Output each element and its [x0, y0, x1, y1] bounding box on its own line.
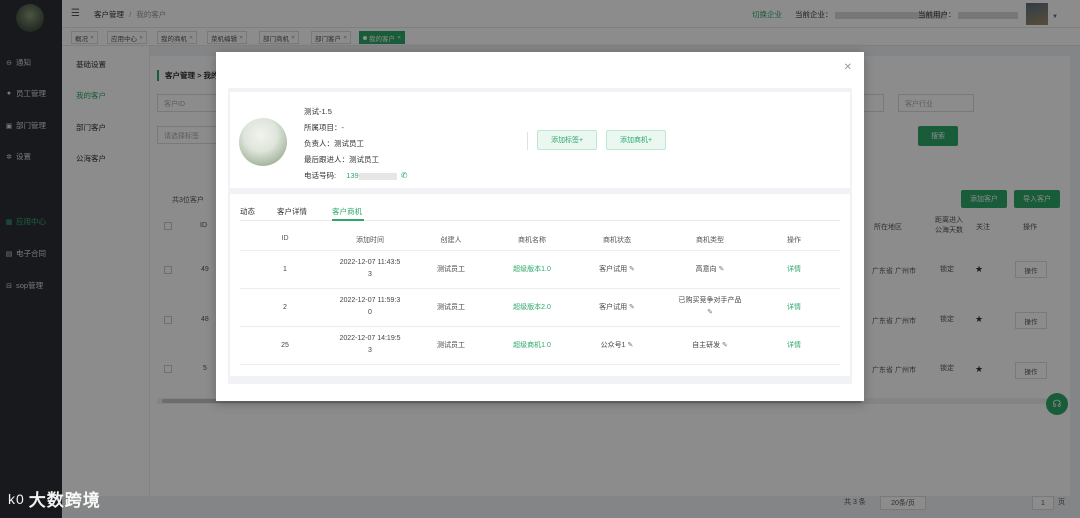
row-type: 已购买竞争对手产品 ✎: [667, 295, 753, 319]
project-value: -: [341, 123, 345, 132]
divider: [527, 132, 528, 150]
owner-label: 负责人：: [304, 139, 334, 148]
close-icon[interactable]: ✕: [844, 62, 852, 73]
row-id: 25: [281, 342, 289, 349]
active-tab-indicator: [332, 219, 364, 221]
phone-value: 139: [346, 171, 359, 180]
column-header-type: 商机类型: [696, 237, 724, 244]
row-detail-link[interactable]: 详情: [774, 340, 814, 352]
phone-label: 电话号码:: [304, 171, 337, 180]
phone-icon[interactable]: ✆: [401, 171, 408, 180]
row-time-line2: 3: [368, 347, 372, 354]
row-id: 2: [283, 304, 287, 311]
row-time-line1: 2022-12-07 11:43:5: [339, 259, 401, 266]
edit-icon[interactable]: ✎: [719, 266, 725, 273]
watermark-logo: k0: [8, 490, 25, 507]
divider: [240, 250, 840, 251]
column-header-actions: 操作: [787, 237, 801, 244]
row-opportunity-link[interactable]: 超级商机1.0: [502, 340, 562, 352]
divider: [240, 326, 840, 327]
row-status: 公众号1 ✎: [587, 340, 647, 352]
row-type: 自主研发 ✎: [667, 340, 753, 352]
customer-name: 测试-1.5: [304, 107, 332, 116]
edit-icon[interactable]: ✎: [629, 266, 635, 273]
column-header-name: 商机名称: [518, 237, 546, 244]
row-status-text: 客户试用: [599, 304, 628, 311]
row-time: 2022-12-07 11:59:3 0: [330, 295, 410, 319]
customer-detail-modal: ✕ 测试-1.5 所属项目：- 负责人：测试员工 最后跟进人：测试员工 电话号码…: [216, 52, 864, 401]
row-type-text: 自主研发: [692, 342, 721, 349]
column-header-id: ID: [281, 235, 289, 242]
edit-icon[interactable]: ✎: [722, 342, 728, 349]
edit-icon[interactable]: ✎: [627, 342, 633, 349]
row-detail-link[interactable]: 详情: [774, 264, 814, 276]
watermark: k0 大数跨境: [8, 486, 101, 511]
tabs-border: [240, 220, 840, 221]
owner-value: 测试员工: [334, 139, 364, 148]
add-tag-button[interactable]: 添加标签+: [537, 130, 597, 150]
customer-tabs-card: 动态 客户详情 客户商机 ID 添加时间 创建人 商机名称 商机状态 商机类型 …: [230, 194, 850, 376]
column-header-creator: 创建人: [440, 237, 462, 244]
row-type-text: 已购买竞争对手产品: [678, 297, 742, 304]
row-time-line1: 2022-12-07 14:19:5: [339, 335, 401, 342]
row-detail-link[interactable]: 详情: [774, 302, 814, 314]
row-creator: 测试员工: [437, 266, 465, 273]
add-opportunity-button[interactable]: 添加商机+: [606, 130, 666, 150]
divider: [240, 288, 840, 289]
edit-icon[interactable]: ✎: [707, 309, 713, 316]
row-opportunity-link[interactable]: 超级版本2.0: [502, 302, 562, 314]
row-status: 客户试用 ✎: [587, 264, 647, 276]
column-header-status: 商机状态: [603, 237, 631, 244]
customer-info-card: 测试-1.5 所属项目：- 负责人：测试员工 最后跟进人：测试员工 电话号码: …: [230, 92, 850, 188]
tab-activity[interactable]: 动态: [240, 206, 255, 217]
row-type-text: 高意向: [695, 266, 717, 273]
row-time-line2: 3: [368, 271, 372, 278]
redacted-phone: [358, 172, 397, 180]
customer-project: 所属项目：-: [304, 122, 344, 133]
modal-body: 测试-1.5 所属项目：- 负责人：测试员工 最后跟进人：测试员工 电话号码: …: [228, 88, 852, 384]
project-label: 所属项目：: [304, 123, 342, 132]
row-time: 2022-12-07 14:19:5 3: [330, 333, 410, 357]
tab-customer-detail[interactable]: 客户详情: [277, 206, 307, 217]
customer-last-follow: 最后跟进人：测试员工: [304, 154, 379, 165]
row-status-text: 客户试用: [599, 266, 628, 273]
row-status-text: 公众号1: [600, 342, 626, 349]
last-follow-value: 测试员工: [349, 155, 379, 164]
column-header-time: 添加时间: [356, 237, 384, 244]
customer-owner: 负责人：测试员工: [304, 138, 364, 149]
watermark-text: 大数跨境: [28, 491, 101, 510]
row-id: 1: [283, 266, 287, 273]
row-opportunity-link[interactable]: 超级版本1.0: [502, 264, 562, 276]
row-time-line2: 0: [368, 309, 372, 316]
customer-avatar: [239, 118, 287, 166]
row-creator: 测试员工: [437, 342, 465, 349]
customer-phone: 电话号码: 139 ✆: [304, 170, 408, 181]
row-time-line1: 2022-12-07 11:59:3: [339, 297, 401, 304]
tab-customer-opportunity[interactable]: 客户商机: [332, 206, 362, 217]
divider: [240, 364, 840, 365]
edit-icon[interactable]: ✎: [629, 304, 635, 311]
last-follow-label: 最后跟进人：: [304, 155, 349, 164]
row-type: 高意向 ✎: [667, 264, 753, 276]
row-time: 2022-12-07 11:43:5 3: [330, 257, 410, 281]
row-creator: 测试员工: [437, 304, 465, 311]
row-status: 客户试用 ✎: [587, 302, 647, 314]
